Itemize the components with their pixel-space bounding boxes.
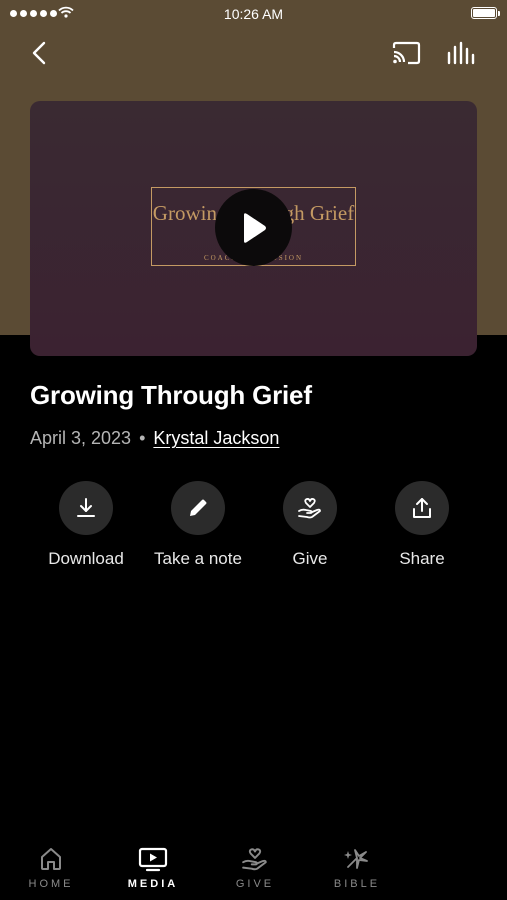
home-icon [41,848,61,870]
bottom-tab-bar: HOME MEDIA GIVE BIBLE [0,846,507,900]
take-note-button[interactable]: Take a note [142,481,254,569]
cast-button[interactable] [389,36,423,70]
sermon-meta: April 3, 2023 • Krystal Jackson [30,428,279,449]
sermon-date: April 3, 2023 [30,428,132,448]
pencil-icon [190,499,207,516]
bible-sparkle-icon [344,849,368,869]
tab-media-label: MEDIA [127,878,179,890]
video-player[interactable]: Growing Through Grief COACHING SESSION [30,101,477,356]
tab-bible[interactable]: BIBLE [306,846,408,900]
audio-button[interactable] [444,36,478,70]
back-button[interactable] [22,36,56,70]
share-button[interactable]: Share [366,481,478,569]
take-note-label: Take a note [154,549,242,568]
give-button[interactable]: Give [254,481,366,569]
play-button[interactable] [215,189,292,266]
share-icon [413,498,431,518]
audio-levels-icon [447,41,475,65]
download-icon [77,498,95,517]
download-label: Download [48,549,124,568]
tab-media[interactable]: MEDIA [102,846,204,900]
tab-home-label: HOME [28,878,74,890]
chevron-left-icon [32,41,46,65]
tv-play-icon [138,847,168,872]
give-circle [283,481,337,535]
share-circle [395,481,449,535]
give-label: Give [292,549,328,568]
give-hand-heart-icon [242,848,267,871]
tab-give[interactable]: GIVE [204,846,306,900]
speaker-link[interactable]: Krystal Jackson [153,428,279,449]
action-row: Download Take a note Give Share [30,481,478,569]
download-button[interactable]: Download [30,481,142,569]
cast-icon [392,41,421,65]
download-circle [59,481,113,535]
take-note-circle [171,481,225,535]
meta-separator: • [139,428,146,448]
status-bar: 10:26 AM [0,0,507,28]
battery-icon [471,7,500,19]
status-time: 10:26 AM [223,6,284,22]
play-icon [243,212,266,243]
tab-bible-label: BIBLE [333,878,381,890]
tab-give-label: GIVE [235,878,275,890]
tab-home[interactable]: HOME [0,846,102,900]
share-label: Share [399,549,445,568]
give-hand-heart-icon [298,498,321,519]
sermon-title: Growing Through Grief [30,380,312,410]
